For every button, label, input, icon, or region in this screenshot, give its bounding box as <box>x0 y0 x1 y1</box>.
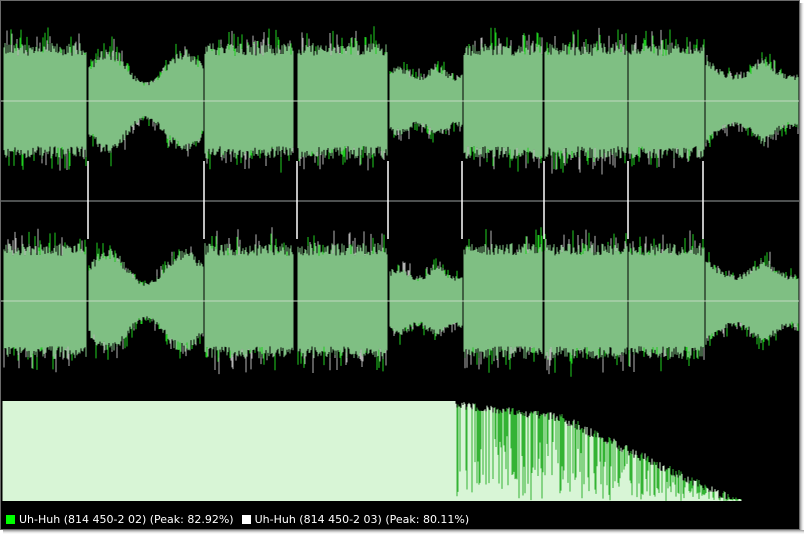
stereo-waveform-view[interactable] <box>1 1 799 399</box>
legend-item-track-03: Uh-Huh (814 450-2 03) (Peak: 80.11%) <box>241 512 470 526</box>
waveform-channel <box>3 26 799 175</box>
waveform-channel <box>3 227 799 377</box>
window-shadow-right <box>800 3 804 534</box>
waveform-comparison-window: Uh-Huh (814 450-2 02) (Peak: 82.92%) Uh-… <box>0 0 800 530</box>
legend-item-track-02: Uh-Huh (814 450-2 02) (Peak: 82.92%) <box>6 513 234 526</box>
track-03-color-swatch <box>241 514 251 524</box>
spectrum-view <box>2 401 742 501</box>
track-02-color-swatch <box>6 514 15 524</box>
track-03-label: Uh-Huh (814 450-2 03) (Peak: 80.11%) <box>254 512 470 526</box>
track-legend: Uh-Huh (814 450-2 02) (Peak: 82.92%) Uh-… <box>1 509 799 529</box>
window-shadow-bottom <box>3 530 804 534</box>
track-02-label: Uh-Huh (814 450-2 02) (Peak: 82.92%) <box>19 512 234 526</box>
